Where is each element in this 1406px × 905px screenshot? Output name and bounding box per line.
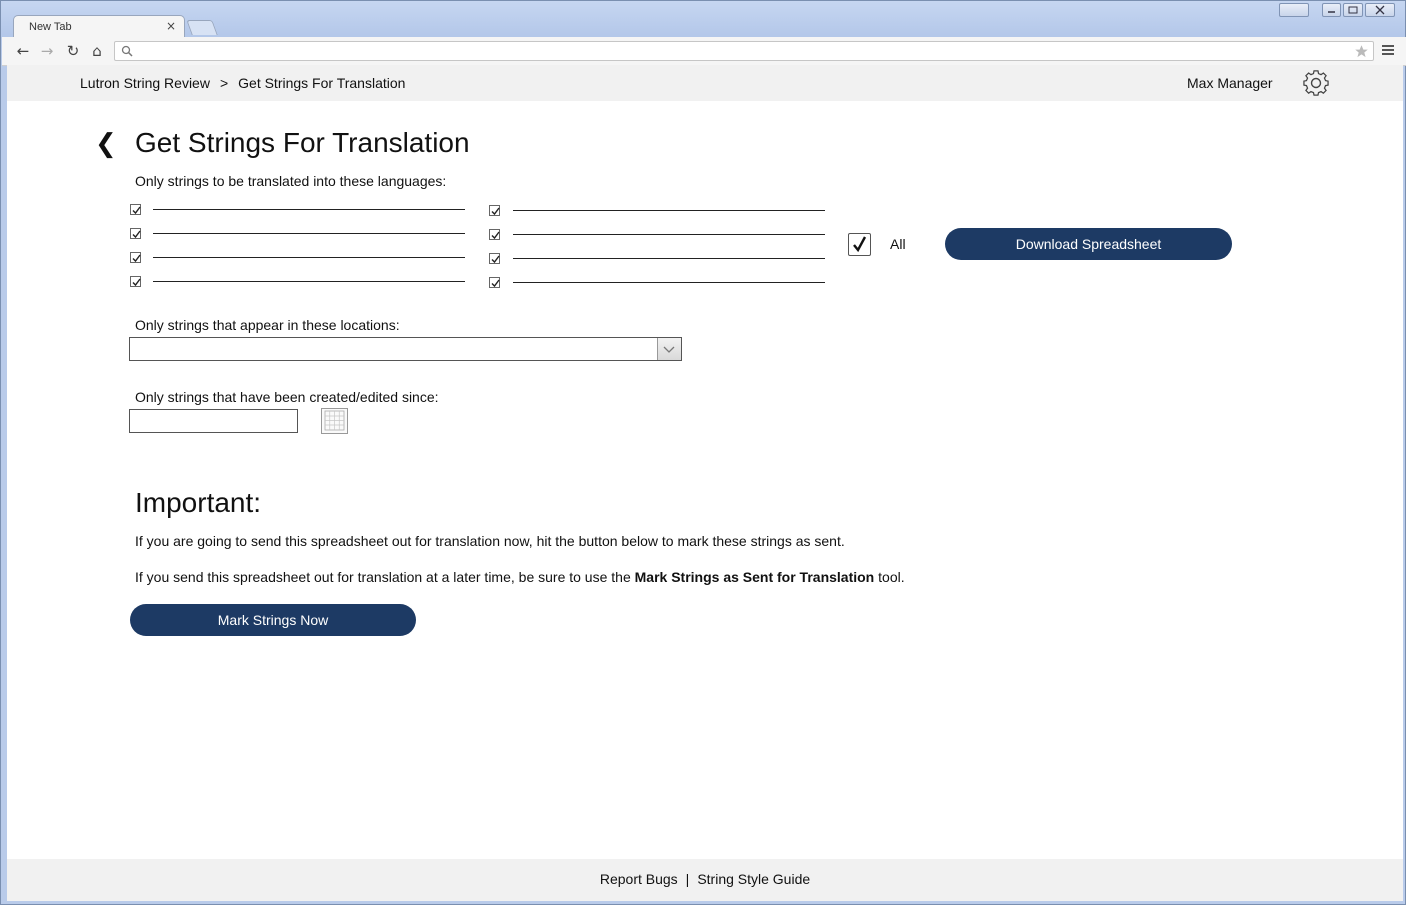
all-languages-checkbox[interactable] [848, 233, 871, 256]
app-header: Lutron String Review > Get Strings For Tra… [7, 65, 1403, 101]
browser-toolbar: ← → ↻ ⌂ [2, 37, 1406, 66]
new-tab-button[interactable] [186, 20, 218, 35]
language-checkbox[interactable] [130, 228, 141, 239]
forward-icon[interactable]: → [38, 42, 56, 60]
breadcrumb-current: Get Strings For Translation [238, 75, 406, 91]
language-checkbox[interactable] [489, 277, 500, 288]
language-checkbox[interactable] [489, 229, 500, 240]
languages-label: Only strings to be translated into these… [135, 173, 447, 189]
maximize-icon[interactable] [1343, 3, 1363, 17]
minimize-icon[interactable] [1322, 3, 1341, 17]
language-name [153, 281, 465, 282]
language-name [153, 209, 465, 210]
tab-close-icon[interactable]: × [166, 19, 176, 33]
all-languages-label: All [890, 236, 906, 252]
home-icon[interactable]: ⌂ [88, 42, 106, 60]
gear-icon[interactable] [1302, 69, 1330, 97]
chevron-down-icon[interactable] [657, 338, 681, 360]
important-line-2-end: tool. [874, 569, 905, 585]
reload-icon[interactable]: ↻ [64, 42, 82, 60]
breadcrumb: Lutron String Review > Get Strings For Tra… [80, 75, 405, 91]
star-icon[interactable] [1354, 44, 1369, 59]
back-icon[interactable]: ← [14, 42, 32, 60]
language-name [513, 210, 825, 211]
language-name [153, 257, 465, 258]
locations-select[interactable] [129, 337, 682, 361]
language-checkbox[interactable] [130, 276, 141, 287]
language-name [513, 258, 825, 259]
address-bar[interactable] [114, 41, 1374, 61]
report-bugs-link[interactable]: Report Bugs [600, 871, 678, 887]
language-checkbox[interactable] [489, 205, 500, 216]
search-icon [121, 45, 133, 57]
app-page: Lutron String Review > Get Strings For Tra… [7, 65, 1403, 901]
since-date-input[interactable] [129, 409, 298, 433]
breadcrumb-root-link[interactable]: Lutron String Review [80, 75, 210, 91]
language-checkbox[interactable] [130, 252, 141, 263]
important-line-2-text: If you send this spreadsheet out for tra… [135, 569, 635, 585]
page-title: Get Strings For Translation [135, 127, 470, 158]
language-name [513, 234, 825, 235]
download-spreadsheet-button[interactable]: Download Spreadsheet [945, 228, 1232, 260]
locations-label: Only strings that appear in these locati… [135, 317, 400, 333]
calendar-icon[interactable] [321, 408, 348, 434]
tab-title: New Tab [29, 21, 72, 33]
language-checkbox[interactable] [130, 204, 141, 215]
since-label: Only strings that have been created/edit… [135, 389, 439, 405]
important-line-2: If you send this spreadsheet out for tra… [135, 569, 905, 585]
footer-separator: | [685, 871, 690, 887]
browser-tab[interactable]: New Tab × [13, 15, 185, 39]
language-name [513, 282, 825, 283]
browser-window: New Tab × ← → ↻ ⌂ Lutron String Review >… [0, 0, 1406, 905]
language-name [153, 233, 465, 234]
title-bar: New Tab × [1, 1, 1405, 39]
user-name[interactable]: Max Manager [1187, 75, 1273, 91]
important-heading: Important: [135, 487, 262, 518]
mark-strings-now-button[interactable]: Mark Strings Now [130, 604, 416, 636]
back-chevron-icon[interactable]: ❮ [95, 129, 117, 159]
style-guide-link[interactable]: String Style Guide [697, 871, 810, 887]
profile-button[interactable] [1279, 3, 1309, 17]
language-checkbox[interactable] [489, 253, 500, 264]
close-window-icon[interactable] [1365, 3, 1395, 17]
menu-icon[interactable] [1382, 45, 1394, 56]
important-line-1: If you are going to send this spreadshee… [135, 533, 845, 549]
breadcrumb-separator: > [219, 75, 229, 91]
footer: Report Bugs | String Style Guide [7, 859, 1403, 901]
mark-strings-tool-name: Mark Strings as Sent for Translation [634, 569, 875, 585]
